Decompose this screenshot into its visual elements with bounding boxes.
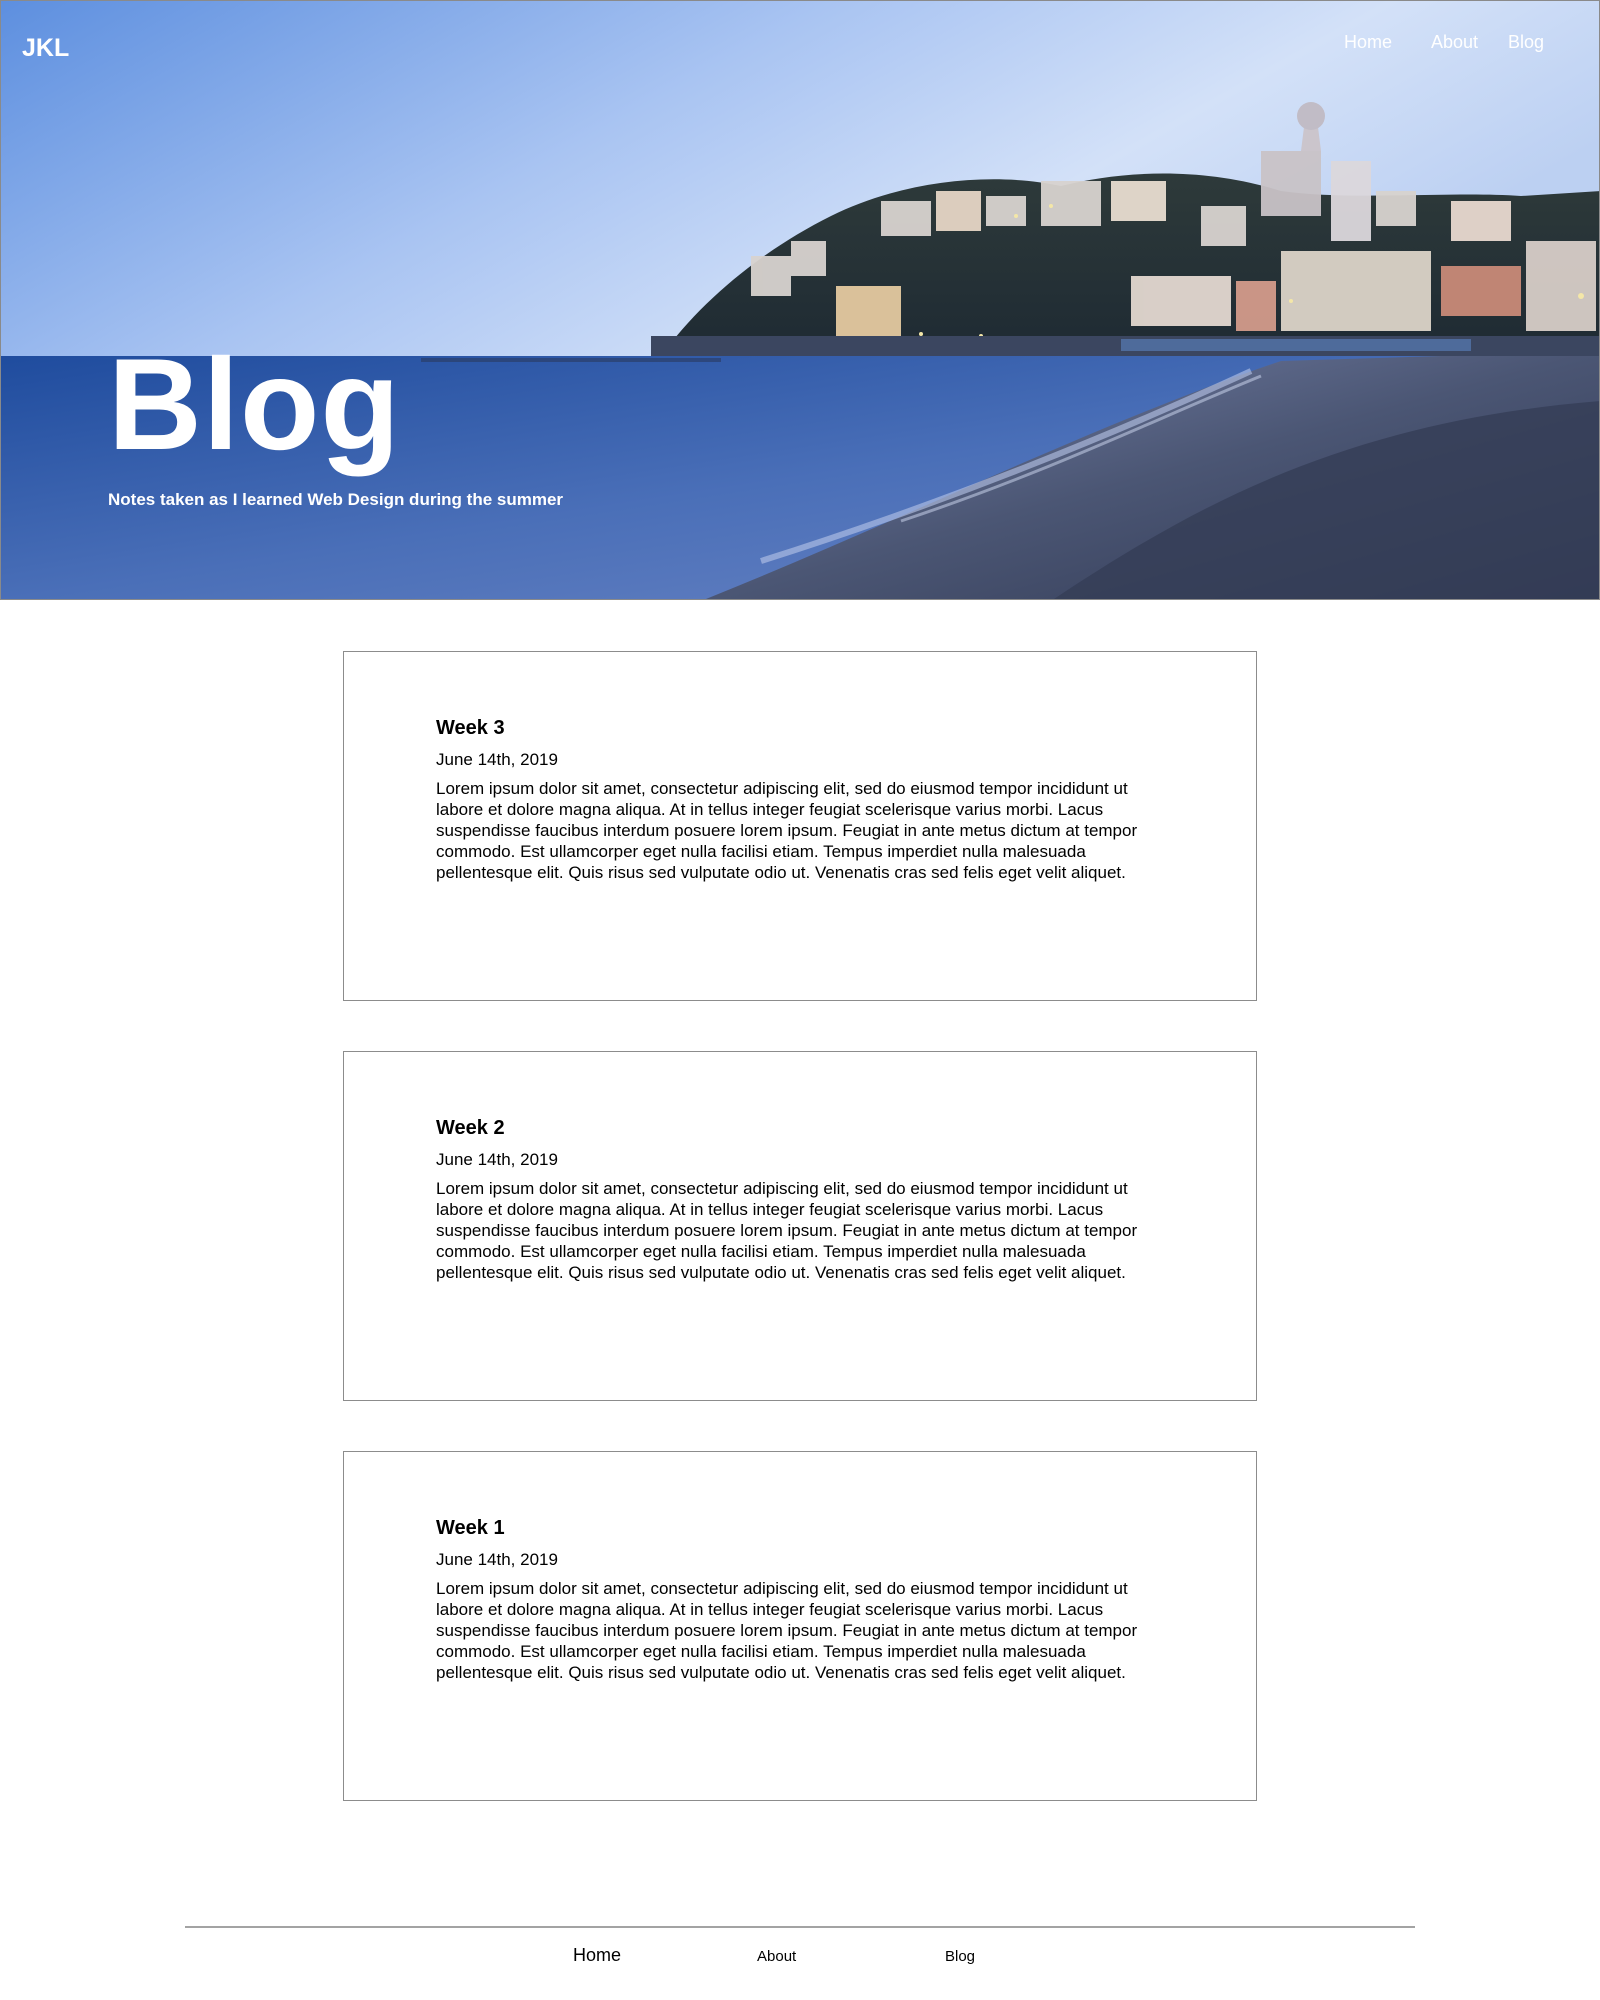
post-card: Week 2 June 14th, 2019 Lorem ipsum dolor…: [343, 1051, 1257, 1401]
nav-link-blog[interactable]: Blog: [1508, 32, 1544, 53]
post-title: Week 1: [436, 1517, 505, 1539]
post-card: Week 3 June 14th, 2019 Lorem ipsum dolor…: [343, 651, 1257, 1001]
top-navigation: Home About Blog: [1, 32, 1599, 62]
post-title: Week 3: [436, 717, 505, 739]
post-body: Lorem ipsum dolor sit amet, consectetur …: [436, 1579, 1138, 1682]
post-title: Week 2: [436, 1117, 505, 1139]
footer-link-about[interactable]: About: [757, 1948, 796, 1965]
post-date: June 14th, 2019: [436, 1550, 558, 1569]
post-body: Lorem ipsum dolor sit amet, consectetur …: [436, 1179, 1138, 1282]
footer-link-blog[interactable]: Blog: [945, 1948, 975, 1965]
post-card: Week 1 June 14th, 2019 Lorem ipsum dolor…: [343, 1451, 1257, 1801]
footer-link-home[interactable]: Home: [573, 1945, 621, 1966]
hero-banner: JKL Home About Blog Blog Notes taken as …: [0, 0, 1600, 600]
post-date: June 14th, 2019: [436, 1150, 558, 1169]
footer-divider: [185, 1926, 1415, 1928]
nav-link-about[interactable]: About: [1431, 32, 1478, 53]
post-date: June 14th, 2019: [436, 750, 558, 769]
hero-background-image: [1, 1, 1599, 599]
nav-link-home[interactable]: Home: [1344, 32, 1392, 53]
page-subtitle: Notes taken as I learned Web Design duri…: [108, 490, 564, 509]
page-title: Blog: [108, 331, 401, 477]
post-body: Lorem ipsum dolor sit amet, consectetur …: [436, 779, 1138, 882]
